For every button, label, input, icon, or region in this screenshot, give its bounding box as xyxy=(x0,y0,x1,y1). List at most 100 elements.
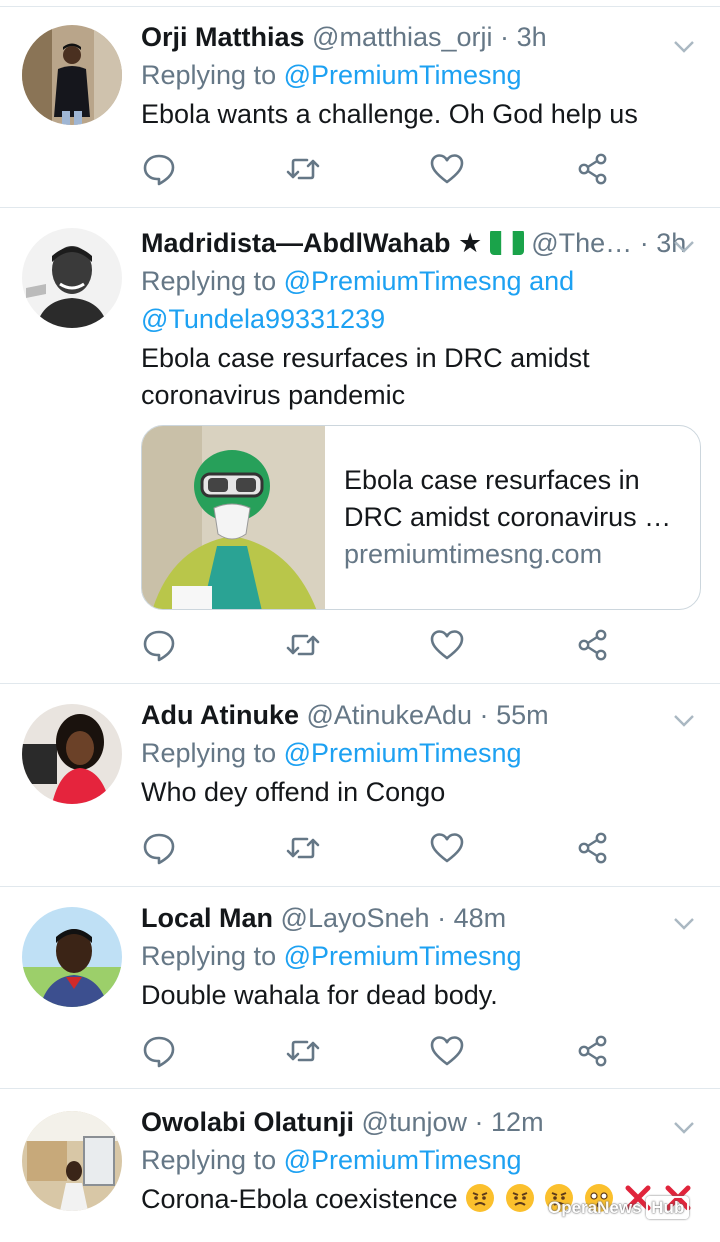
reply-button[interactable] xyxy=(141,1033,177,1069)
reply-icon xyxy=(143,833,175,865)
tweet-text-line: coronavirus pandemic xyxy=(141,380,406,410)
mention-link[interactable]: @PremiumTimesng xyxy=(284,60,522,90)
watermark-brand: OperaNews xyxy=(548,1198,642,1217)
user-handle[interactable]: @tunjow xyxy=(362,1107,467,1137)
reply-icon xyxy=(143,154,175,186)
mention-link[interactable]: @PremiumTimesng xyxy=(284,738,522,768)
tweet-text: Double wahala for dead body. xyxy=(141,980,498,1010)
tweet-header: Adu Atinuke @AtinukeAdu · 55m xyxy=(141,696,700,734)
chevron-down-icon[interactable] xyxy=(670,706,698,734)
like-button[interactable] xyxy=(429,830,465,866)
avatar[interactable] xyxy=(22,228,122,328)
display-name[interactable]: Local Man xyxy=(141,903,273,933)
separator: · xyxy=(474,1107,484,1137)
retweet-button[interactable] xyxy=(285,627,321,663)
replying-to: Replying to @PremiumTimesng xyxy=(141,937,700,975)
avatar[interactable] xyxy=(22,704,122,804)
timestamp[interactable]: 55m xyxy=(496,700,549,730)
timestamp[interactable]: 12m xyxy=(491,1107,544,1137)
replying-to: Replying to @PremiumTimesng xyxy=(141,1141,700,1179)
link-card[interactable]: Ebola case resurfaces in DRC amidst coro… xyxy=(141,425,701,610)
reply-button[interactable] xyxy=(141,627,177,663)
tweet-text: Ebola wants a challenge. Oh God help us xyxy=(141,99,638,129)
timestamp[interactable]: 48m xyxy=(454,903,507,933)
reply-button[interactable] xyxy=(141,830,177,866)
avatar-image xyxy=(22,704,122,804)
share-icon xyxy=(578,153,607,185)
tweet-text: Ebola case resurfaces in DRC amidst coro… xyxy=(141,340,700,414)
user-handle[interactable]: @LayoSneh xyxy=(281,903,430,933)
like-button[interactable] xyxy=(429,627,465,663)
card-body: Ebola case resurfaces in DRC amidst coro… xyxy=(344,462,686,573)
tweet[interactable]: Orji Matthias @matthias_orji · 3h Replyi… xyxy=(0,8,720,208)
avatar-image xyxy=(22,1111,122,1211)
display-name[interactable]: Orji Matthias xyxy=(141,22,305,52)
avatar[interactable] xyxy=(22,1111,122,1211)
heart-icon xyxy=(430,154,464,184)
tweet[interactable]: Owolabi Olatunji @tunjow · 12m Replying … xyxy=(0,1089,720,1242)
replying-to: Replying to @PremiumTimesng xyxy=(141,56,700,94)
display-name[interactable]: Adu Atinuke xyxy=(141,700,299,730)
mention-joiner: and xyxy=(529,266,575,296)
heart-icon xyxy=(430,1036,464,1066)
chevron-down-icon[interactable] xyxy=(670,1113,698,1141)
user-handle[interactable]: @AtinukeAdu xyxy=(307,700,473,730)
reply-icon xyxy=(143,1036,175,1068)
reply-button[interactable] xyxy=(141,151,177,187)
display-name[interactable]: Madridista—AbdlWahab ★ xyxy=(141,228,482,258)
retweet-icon xyxy=(286,158,320,180)
separator: · xyxy=(437,903,447,933)
tweet[interactable]: Local Man @LayoSneh · 48m Replying to @P… xyxy=(0,887,720,1089)
timestamp[interactable]: 3h xyxy=(517,22,547,52)
retweet-button[interactable] xyxy=(285,830,321,866)
tweet-header: Owolabi Olatunji @tunjow · 12m xyxy=(141,1103,700,1141)
replying-prefix: Replying to xyxy=(141,60,277,90)
tweet[interactable]: Madridista—AbdlWahab ★ @The… · 3h Replyi… xyxy=(0,208,720,684)
avatar-image xyxy=(22,25,122,125)
replying-prefix: Replying to xyxy=(141,266,277,296)
retweet-icon xyxy=(286,634,320,656)
replying-to: Replying to @PremiumTimesng and xyxy=(141,262,700,300)
user-handle[interactable]: @The… xyxy=(531,228,632,258)
chevron-down-icon[interactable] xyxy=(670,909,698,937)
nigeria-flag-icon xyxy=(489,229,524,255)
angry-face-icon xyxy=(505,1184,534,1212)
top-divider xyxy=(0,0,720,7)
mention-link[interactable]: @Tundela99331239 xyxy=(141,304,385,334)
mention-link[interactable]: @PremiumTimesng xyxy=(284,941,522,971)
share-button[interactable] xyxy=(575,627,611,663)
card-title-line: Ebola case resurfaces in xyxy=(344,465,640,495)
tweet-actions xyxy=(141,151,621,191)
chevron-down-icon[interactable] xyxy=(670,32,698,60)
mention-link[interactable]: @PremiumTimesng xyxy=(284,1145,522,1175)
display-name[interactable]: Owolabi Olatunji xyxy=(141,1107,354,1137)
tweet-text-line: Ebola case resurfaces in DRC amidst xyxy=(141,343,590,373)
share-button[interactable] xyxy=(575,151,611,187)
share-button[interactable] xyxy=(575,1033,611,1069)
avatar-image xyxy=(22,907,122,1007)
like-button[interactable] xyxy=(429,1033,465,1069)
share-icon xyxy=(578,1035,607,1067)
tweet[interactable]: Adu Atinuke @AtinukeAdu · 55m Replying t… xyxy=(0,684,720,887)
tweet-actions xyxy=(141,830,621,870)
user-handle[interactable]: @matthias_orji xyxy=(312,22,492,52)
heart-icon xyxy=(430,833,464,863)
watermark-badge: Hub xyxy=(646,1196,690,1219)
avatar[interactable] xyxy=(22,907,122,1007)
separator: · xyxy=(639,228,649,258)
card-domain: premiumtimesng.com xyxy=(344,539,603,569)
avatar[interactable] xyxy=(22,25,122,125)
replying-prefix: Replying to xyxy=(141,738,277,768)
share-icon xyxy=(578,832,607,864)
like-button[interactable] xyxy=(429,151,465,187)
share-button[interactable] xyxy=(575,830,611,866)
mention-link[interactable]: @PremiumTimesng xyxy=(284,266,522,296)
avatar-image xyxy=(22,228,122,328)
tweet-actions xyxy=(141,1033,621,1073)
heart-icon xyxy=(430,630,464,660)
card-thumbnail xyxy=(142,426,325,609)
retweet-button[interactable] xyxy=(285,1033,321,1069)
retweet-button[interactable] xyxy=(285,151,321,187)
chevron-down-icon[interactable] xyxy=(670,232,698,260)
retweet-icon xyxy=(286,1040,320,1062)
